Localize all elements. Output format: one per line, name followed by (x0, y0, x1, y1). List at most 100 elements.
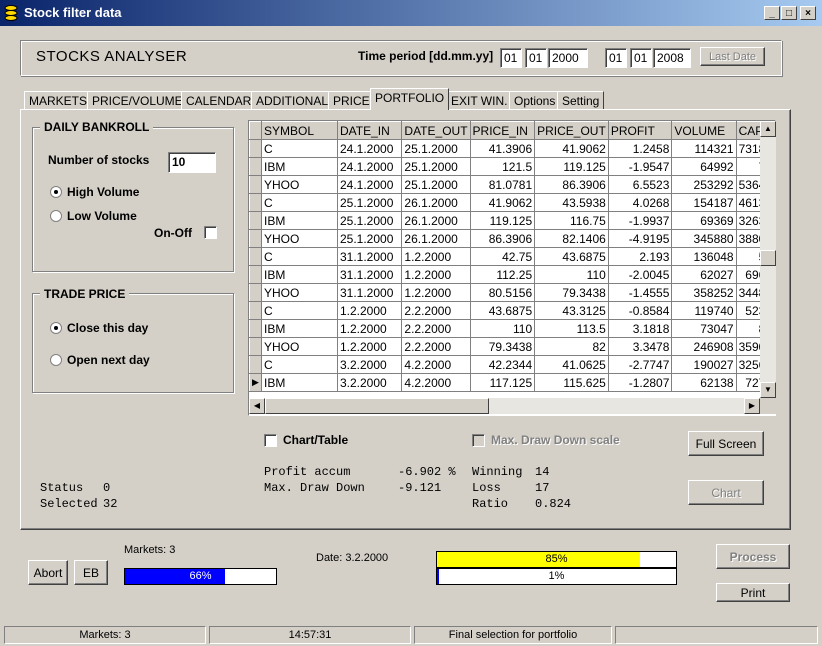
table-cell[interactable]: YHOO (261, 337, 338, 356)
table-cell[interactable]: 82.1406 (534, 229, 609, 248)
table-row[interactable]: YHOO 1.2.2000 2.2.2000 79.3438 82 3.3478 24690… (249, 337, 775, 356)
row-indicator[interactable] (249, 283, 262, 302)
table-cell[interactable]: C (261, 247, 338, 266)
tab-options[interactable]: Options (509, 91, 561, 109)
row-indicator[interactable] (249, 301, 262, 320)
table-row[interactable]: ▶ IBM 3.2.2000 4.2.2000 117.125 115.625 -1.280… (249, 373, 775, 392)
table-cell[interactable]: 358252 (671, 283, 737, 302)
row-indicator[interactable] (249, 355, 262, 374)
row-indicator[interactable] (249, 265, 262, 284)
row-indicator[interactable] (249, 211, 262, 230)
scroll-down-icon[interactable]: ▼ (760, 382, 776, 398)
table-cell[interactable]: 41.9062 (470, 193, 536, 212)
row-indicator[interactable] (249, 175, 262, 194)
table-cell[interactable]: -4.9195 (608, 229, 673, 248)
tab-price-volume[interactable]: PRICE/VOLUME (87, 91, 188, 109)
col-header-symbol[interactable]: SYMBOL (260, 121, 338, 140)
to-month-field[interactable]: 01 (630, 48, 652, 68)
table-cell[interactable]: YHOO (261, 175, 338, 194)
table-cell[interactable]: 42.75 (470, 247, 536, 266)
row-indicator-icon[interactable]: ▶ (249, 373, 262, 392)
table-cell[interactable]: 69369 (671, 211, 737, 230)
table-cell[interactable]: 41.3906 (470, 139, 536, 158)
table-cell[interactable]: 25.1.2000 (401, 157, 471, 176)
table-cell[interactable]: 112.25 (470, 265, 536, 284)
print-button[interactable]: Print (716, 583, 790, 602)
table-row[interactable]: YHOO 24.1.2000 25.1.2000 81.0781 86.3906 6.55… (249, 175, 775, 194)
table-cell[interactable]: 43.3125 (534, 301, 609, 320)
low-volume-radio[interactable] (50, 210, 62, 222)
table-cell[interactable]: 345880 (671, 229, 737, 248)
table-cell[interactable]: 4.2.2000 (401, 355, 471, 374)
from-month-field[interactable]: 01 (525, 48, 547, 68)
table-cell[interactable]: 116.75 (534, 211, 609, 230)
table-cell[interactable]: 42.2344 (470, 355, 536, 374)
table-cell[interactable]: 1.2.2000 (337, 301, 403, 320)
col-header-profit[interactable]: PROFIT (607, 121, 673, 140)
table-cell[interactable]: 114321 (671, 139, 737, 158)
table-cell[interactable]: C (261, 139, 338, 158)
table-cell[interactable]: -1.4555 (608, 283, 673, 302)
table-cell[interactable]: 4.0268 (608, 193, 673, 212)
horizontal-scroll-thumb[interactable] (265, 398, 489, 414)
table-cell[interactable]: 3.3478 (608, 337, 673, 356)
table-cell[interactable]: 253292 (671, 175, 737, 194)
table-cell[interactable]: 43.6875 (470, 301, 536, 320)
full-screen-button[interactable]: Full Screen (688, 431, 764, 456)
table-cell[interactable]: 1.2.2000 (401, 247, 471, 266)
table-cell[interactable]: 86.3906 (470, 229, 536, 248)
table-cell[interactable]: 31.1.2000 (337, 283, 403, 302)
table-row[interactable]: C 1.2.2000 2.2.2000 43.6875 43.3125 -0.8584 11… (249, 301, 775, 320)
table-cell[interactable]: 1.2.2000 (337, 337, 403, 356)
table-cell[interactable]: 246908 (671, 337, 737, 356)
table-cell[interactable]: IBM (261, 211, 338, 230)
tab-setting[interactable]: Setting (557, 91, 605, 109)
table-row[interactable]: IBM 24.1.2000 25.1.2000 121.5 119.125 -1.9547… (249, 157, 775, 176)
table-cell[interactable]: C (261, 301, 338, 320)
grid-horizontal-scrollbar[interactable]: ◀ ▶ (249, 398, 760, 414)
table-cell[interactable]: 41.0625 (534, 355, 609, 374)
row-indicator[interactable] (249, 139, 262, 158)
table-cell[interactable]: IBM (261, 157, 338, 176)
table-cell[interactable]: 2.2.2000 (401, 337, 471, 356)
abort-button[interactable]: Abort (28, 560, 68, 585)
col-header-price-in[interactable]: PRICE_IN (469, 121, 536, 140)
open-next-day-radio[interactable] (50, 354, 62, 366)
table-row[interactable]: C 24.1.2000 25.1.2000 41.3906 41.9062 1.2458 1… (249, 139, 775, 158)
col-header-date-in[interactable]: DATE_IN (336, 121, 403, 140)
table-cell[interactable]: 26.1.2000 (401, 211, 471, 230)
table-cell[interactable]: 2.2.2000 (401, 319, 471, 338)
table-cell[interactable]: 24.1.2000 (337, 157, 403, 176)
table-cell[interactable]: 3.2.2000 (337, 373, 403, 392)
last-date-button[interactable]: Last Date (700, 47, 765, 66)
row-indicator[interactable] (249, 193, 262, 212)
chart-table-checkbox[interactable] (264, 434, 277, 447)
table-cell[interactable]: 25.1.2000 (337, 193, 403, 212)
eb-button[interactable]: EB (74, 560, 108, 585)
table-cell[interactable]: 25.1.2000 (337, 211, 403, 230)
table-cell[interactable]: 31.1.2000 (337, 247, 403, 266)
table-cell[interactable]: 1.2.2000 (401, 283, 471, 302)
portfolio-grid[interactable]: SYMBOL DATE_IN DATE_OUT PRICE_IN PRICE_O… (248, 120, 776, 416)
table-cell[interactable]: 1.2.2000 (401, 265, 471, 284)
onoff-checkbox[interactable] (204, 226, 217, 239)
table-cell[interactable]: 86.3906 (534, 175, 609, 194)
table-cell[interactable]: -2.0045 (608, 265, 673, 284)
close-this-day-radio[interactable] (50, 322, 62, 334)
table-cell[interactable]: 136048 (671, 247, 737, 266)
table-cell[interactable]: 81.0781 (470, 175, 536, 194)
table-cell[interactable]: 110 (534, 265, 609, 284)
tab-markets[interactable]: MARKETS (24, 91, 93, 109)
table-cell[interactable]: 25.1.2000 (401, 139, 471, 158)
table-row[interactable]: C 3.2.2000 4.2.2000 42.2344 41.0625 -2.7747 19… (249, 355, 775, 374)
table-cell[interactable]: C (261, 355, 338, 374)
table-cell[interactable]: 1.2.2000 (337, 319, 403, 338)
scroll-left-icon[interactable]: ◀ (249, 398, 265, 414)
table-cell[interactable]: 115.625 (534, 373, 609, 392)
table-cell[interactable]: 113.5 (534, 319, 609, 338)
table-cell[interactable]: 79.3438 (534, 283, 609, 302)
table-cell[interactable]: 2.2.2000 (401, 301, 471, 320)
table-cell[interactable]: 4.2.2000 (401, 373, 471, 392)
chart-button[interactable]: Chart (688, 480, 764, 505)
col-header-price-out[interactable]: PRICE_OUT (534, 121, 609, 140)
